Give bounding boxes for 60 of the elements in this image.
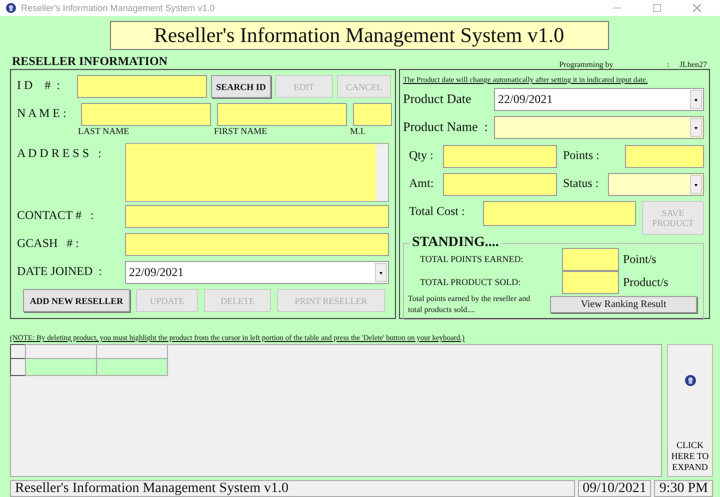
input-field[interactable] (443, 145, 557, 168)
input-field[interactable] (443, 173, 557, 196)
field-label: A D D R E S S : (17, 145, 102, 161)
field-label: Points : (563, 147, 600, 163)
caret-icon[interactable] (690, 90, 702, 109)
credit-separator: : (667, 60, 670, 69)
field-label: Qty : (409, 147, 434, 163)
credit-label: Programming by (559, 60, 614, 69)
status-title: Reseller's Information Management System v1.0 (10, 480, 575, 497)
input-field[interactable] (483, 201, 636, 226)
credit-author: JLhen27 (679, 60, 707, 69)
field-label: CONTACT # : (17, 207, 95, 223)
action-button[interactable]: ADD NEW RESELLER (23, 289, 130, 312)
action-button[interactable]: SEARCH ID (211, 75, 271, 98)
status-dropdown[interactable] (608, 173, 704, 196)
close-icon[interactable] (693, 4, 701, 12)
input-field[interactable] (562, 270, 619, 294)
section-title: RESELLER INFORMATION (12, 54, 168, 69)
field-label: Product Name : (403, 118, 488, 135)
field-label: GCASH # : (17, 235, 80, 251)
app-icon (684, 375, 696, 386)
input-field[interactable] (625, 145, 704, 168)
field-caption: FIRST NAME (214, 126, 268, 136)
field-caption: M.I. (350, 126, 366, 136)
caret-icon[interactable] (690, 118, 702, 137)
status-time: 9:30 PM (654, 480, 713, 497)
input-field[interactable] (562, 248, 619, 270)
stat-label: TOTAL POINTS EARNED: (419, 254, 524, 264)
input-field[interactable] (81, 103, 211, 126)
unit-label: Product/s (623, 274, 668, 290)
header-title: Reseller's Information Management System v1.0 (110, 21, 608, 50)
expand-button[interactable]: CLICK HERE TO EXPAND (667, 344, 713, 477)
field-label: Product Date (403, 90, 472, 107)
field-label: Amt: (409, 175, 435, 191)
input-field[interactable] (353, 103, 392, 126)
view-ranking-button[interactable]: View Ranking Result (550, 296, 697, 312)
window-title: Reseller's Information Management System v1.0 (21, 3, 216, 13)
field-label: DATE JOINED : (17, 263, 103, 279)
caret-icon[interactable] (375, 263, 387, 282)
app-icon (6, 3, 16, 13)
input-field[interactable] (77, 75, 207, 98)
date-dropdown[interactable]: 22/09/2021 (494, 88, 704, 111)
address-field[interactable] (125, 143, 389, 202)
product-dropdown[interactable] (494, 116, 704, 139)
field-label: I D # : (17, 77, 61, 93)
product-table[interactable] (10, 344, 662, 477)
standing-caption: Total points earned by the reseller and total products sold.... (408, 293, 532, 315)
status-date: 09/10/2021 (578, 480, 652, 497)
input-field[interactable] (217, 103, 347, 126)
input-field[interactable] (125, 233, 389, 256)
maximize-icon[interactable] (653, 4, 661, 12)
field-label: Status : (563, 175, 600, 191)
field-caption: LAST NAME (78, 126, 130, 136)
date-dropdown[interactable]: 22/09/2021 (125, 261, 389, 284)
stat-label: TOTAL PRODUCT SOLD: (419, 277, 522, 287)
caret-icon[interactable] (690, 175, 702, 194)
unit-label: Point/s (623, 252, 656, 266)
input-field[interactable] (125, 205, 389, 228)
field-label: N A M E : (17, 105, 68, 121)
field-label: Total Cost : (409, 203, 466, 219)
